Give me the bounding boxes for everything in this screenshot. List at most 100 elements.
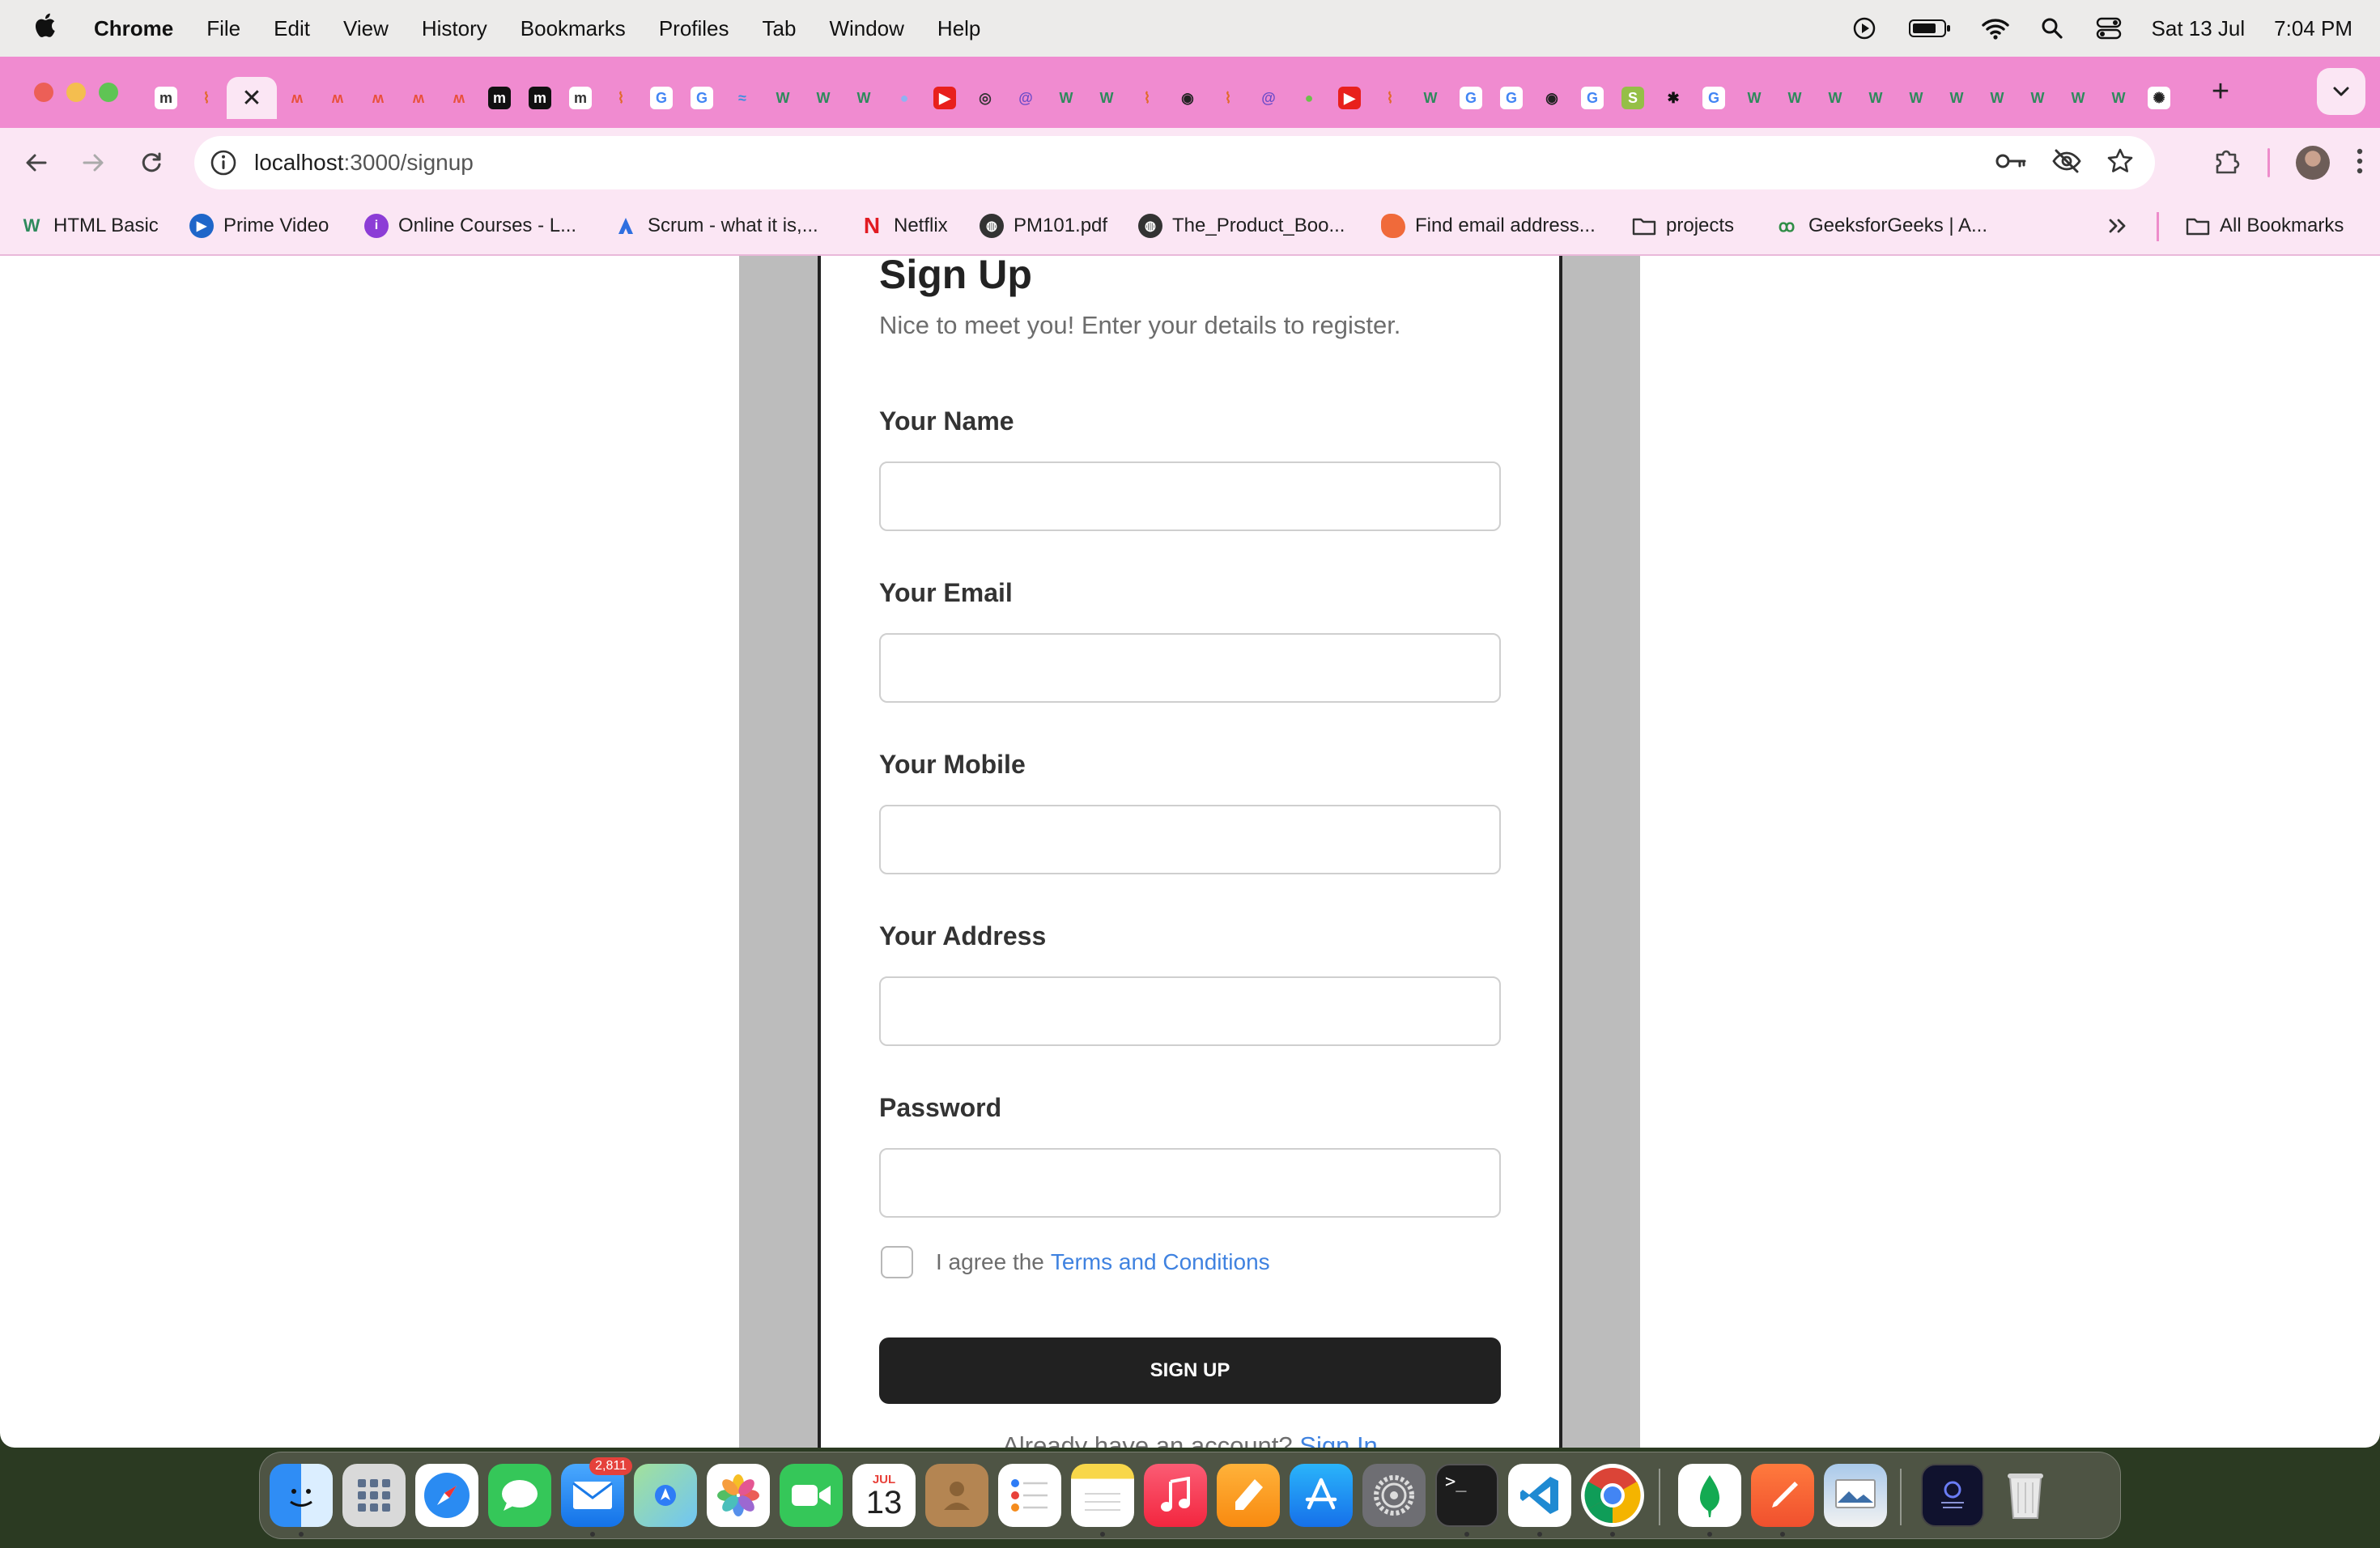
browser-tab[interactable]: ●: [884, 77, 924, 119]
mobile-input[interactable]: [879, 805, 1501, 874]
minimize-window-button[interactable]: [66, 83, 86, 102]
menubar-date[interactable]: Sat 13 Jul: [2152, 16, 2246, 41]
browser-tab[interactable]: m: [560, 77, 601, 119]
browser-tab[interactable]: ʍ: [358, 77, 398, 119]
menu-history[interactable]: History: [422, 16, 487, 41]
browser-tab[interactable]: G: [1572, 77, 1613, 119]
browser-tab[interactable]: S: [1613, 77, 1653, 119]
address-bar[interactable]: localhost:3000/signup: [194, 136, 2155, 189]
apple-menu-icon[interactable]: [32, 11, 57, 46]
chrome-icon[interactable]: [1581, 1464, 1644, 1527]
name-input[interactable]: [879, 461, 1501, 531]
signin-link[interactable]: Sign In: [1299, 1431, 1378, 1448]
bookmark-find-email[interactable]: Find email address...: [1381, 198, 1596, 254]
safari-icon[interactable]: [415, 1464, 478, 1527]
browser-tab[interactable]: W: [763, 77, 803, 119]
menu-tab[interactable]: Tab: [763, 16, 797, 41]
kebab-menu-icon[interactable]: [2356, 147, 2364, 179]
browser-tab[interactable]: ⌇: [1370, 77, 1410, 119]
browser-tab[interactable]: ▶: [1329, 77, 1370, 119]
system-settings-icon[interactable]: [1362, 1464, 1426, 1527]
profile-avatar[interactable]: [2296, 146, 2330, 180]
email-input[interactable]: [879, 633, 1501, 703]
browser-tab[interactable]: m: [520, 77, 560, 119]
app-store-icon[interactable]: [1290, 1464, 1353, 1527]
close-window-button[interactable]: [34, 83, 53, 102]
browser-tab[interactable]: ⌇: [1127, 77, 1167, 119]
terms-checkbox[interactable]: [881, 1246, 913, 1278]
back-button[interactable]: [16, 142, 57, 183]
browser-tab[interactable]: ʍ: [317, 77, 358, 119]
browser-tab[interactable]: G: [1491, 77, 1532, 119]
browser-tab[interactable]: W: [1855, 77, 1896, 119]
browser-tab[interactable]: ✱: [1653, 77, 1694, 119]
calendar-icon[interactable]: JUL 13: [852, 1464, 916, 1527]
browser-tab[interactable]: W: [1086, 77, 1127, 119]
terms-link[interactable]: Terms and Conditions: [1051, 1249, 1270, 1275]
browser-tab[interactable]: G: [1694, 77, 1734, 119]
new-tab-button[interactable]: +: [2200, 71, 2241, 112]
browser-tab[interactable]: ⌇: [1208, 77, 1248, 119]
photos-icon[interactable]: [707, 1464, 770, 1527]
bookmark-pm101[interactable]: ◍ PM101.pdf: [980, 198, 1107, 254]
extensions-puzzle-icon[interactable]: [2212, 147, 2242, 180]
browser-tab[interactable]: G: [1451, 77, 1491, 119]
browser-tab[interactable]: @: [1248, 77, 1289, 119]
bookmark-prime-video[interactable]: ▶ Prime Video: [189, 198, 329, 254]
browser-tab[interactable]: W: [1410, 77, 1451, 119]
browser-tab[interactable]: ʍ: [277, 77, 317, 119]
browser-tab[interactable]: G: [641, 77, 682, 119]
terminal-icon[interactable]: >_: [1435, 1464, 1498, 1527]
browser-tab[interactable]: W: [844, 77, 884, 119]
eye-slash-icon[interactable]: [2051, 148, 2082, 178]
browser-tab[interactable]: G: [682, 77, 722, 119]
browser-tab[interactable]: W: [1815, 77, 1855, 119]
site-info-icon[interactable]: [207, 147, 240, 179]
pages-icon[interactable]: [1217, 1464, 1280, 1527]
browser-tab[interactable]: m: [146, 77, 186, 119]
browser-tab[interactable]: W: [1734, 77, 1774, 119]
signup-button[interactable]: SIGN UP: [879, 1337, 1501, 1404]
browser-tab[interactable]: ✺: [2139, 77, 2179, 119]
menu-file[interactable]: File: [206, 16, 240, 41]
play-circle-icon[interactable]: [1851, 15, 1878, 42]
recent-document-icon[interactable]: [1921, 1464, 1984, 1527]
notes-icon[interactable]: [1071, 1464, 1134, 1527]
address-input[interactable]: [879, 976, 1501, 1046]
music-icon[interactable]: [1144, 1464, 1207, 1527]
browser-tab[interactable]: W: [1977, 77, 2017, 119]
password-input[interactable]: [879, 1148, 1501, 1218]
preview-icon[interactable]: [1824, 1464, 1887, 1527]
postman-icon[interactable]: [1751, 1464, 1814, 1527]
password-key-icon[interactable]: [1995, 151, 2027, 175]
browser-tab[interactable]: @: [1005, 77, 1046, 119]
browser-tab[interactable]: W: [1774, 77, 1815, 119]
launchpad-icon[interactable]: [342, 1464, 406, 1527]
browser-tab[interactable]: ◎: [965, 77, 1005, 119]
bookmark-netflix[interactable]: N Netflix: [860, 198, 948, 254]
finder-icon[interactable]: [270, 1464, 333, 1527]
browser-tab[interactable]: ●: [1289, 77, 1329, 119]
reload-button[interactable]: [131, 142, 172, 183]
control-center-icon[interactable]: [2095, 15, 2123, 42]
menu-edit[interactable]: Edit: [274, 16, 310, 41]
close-tab-icon[interactable]: ✕: [240, 85, 263, 112]
contacts-icon[interactable]: [925, 1464, 988, 1527]
menu-app-name[interactable]: Chrome: [94, 16, 173, 41]
menu-view[interactable]: View: [343, 16, 389, 41]
vscode-icon[interactable]: [1508, 1464, 1571, 1527]
bookmark-scrum[interactable]: Scrum - what it is,...: [614, 198, 818, 254]
menu-window[interactable]: Window: [829, 16, 903, 41]
browser-tab[interactable]: ⌇: [601, 77, 641, 119]
browser-tab[interactable]: W: [2098, 77, 2139, 119]
bookmark-html-basic[interactable]: W HTML Basic: [19, 198, 159, 254]
wifi-icon[interactable]: [1981, 15, 2009, 42]
battery-icon[interactable]: [1907, 15, 1953, 42]
bookmark-geeksforgeeks[interactable]: ꝏ GeeksforGeeks | A...: [1774, 198, 1987, 254]
bookmark-online-courses[interactable]: i Online Courses - L...: [364, 198, 576, 254]
zoom-window-button[interactable]: [99, 83, 118, 102]
menu-bookmarks[interactable]: Bookmarks: [521, 16, 626, 41]
browser-tab[interactable]: ◉: [1532, 77, 1572, 119]
mail-icon[interactable]: 2,811: [561, 1457, 632, 1527]
menu-profiles[interactable]: Profiles: [659, 16, 729, 41]
